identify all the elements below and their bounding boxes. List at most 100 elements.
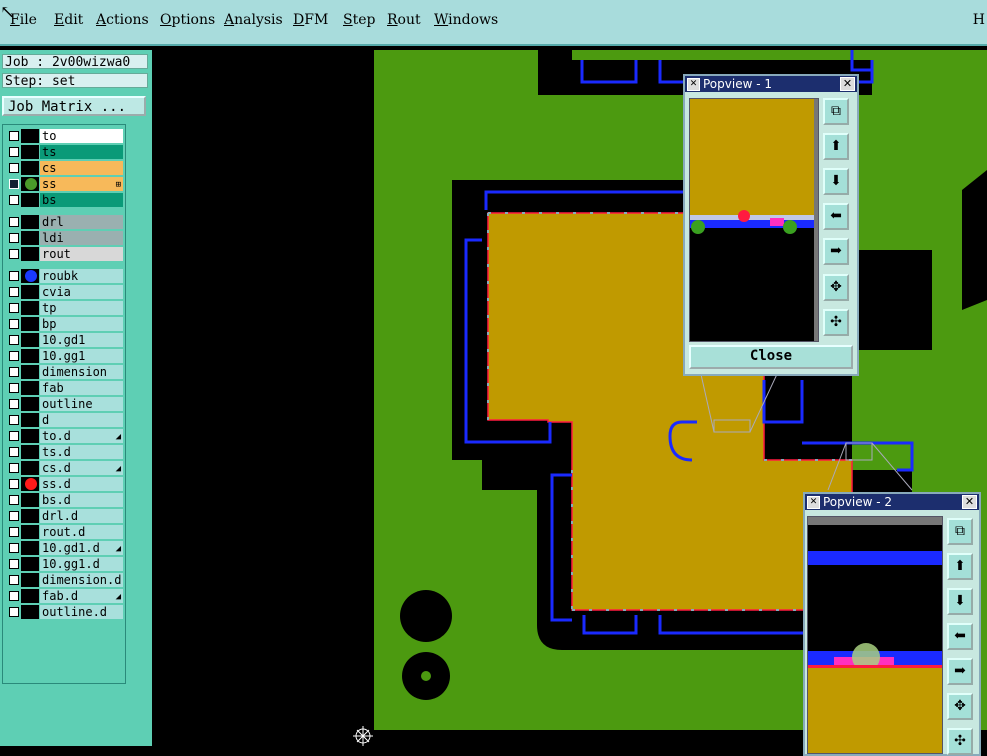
- layer-affected-checkbox[interactable]: [9, 399, 19, 409]
- layer-row-outline-d[interactable]: outline.d: [5, 605, 123, 619]
- layer-row-cs-d[interactable]: cs.d ◢: [5, 461, 123, 475]
- popview-1-window[interactable]: ✕ Popview - 1 ✕ ⧉ ⬆ ⬇ ⬅ ➡ ✥ ✣ Close: [683, 74, 859, 376]
- layer-color-cell[interactable]: [21, 397, 39, 411]
- layer-color-cell[interactable]: [21, 381, 39, 395]
- layer-name[interactable]: outline.d: [40, 605, 123, 619]
- layer-affected-checkbox[interactable]: [9, 575, 19, 585]
- popview-zoom-window-icon[interactable]: ⧉: [823, 98, 849, 125]
- layer-color-cell[interactable]: [21, 333, 39, 347]
- layer-name[interactable]: 10.gd1.d ◢: [40, 541, 123, 555]
- layer-color-cell[interactable]: [21, 493, 39, 507]
- layer-affected-checkbox[interactable]: [9, 131, 19, 141]
- layer-color-cell[interactable]: [21, 589, 39, 603]
- layer-row-dimension[interactable]: dimension: [5, 365, 123, 379]
- pan-right-icon[interactable]: ➡: [823, 238, 849, 265]
- layer-affected-checkbox[interactable]: [9, 249, 19, 259]
- menu-file[interactable]: File: [10, 12, 37, 28]
- pan-up-icon[interactable]: ⬆: [947, 553, 973, 580]
- layer-name[interactable]: ss.d: [40, 477, 123, 491]
- layer-name[interactable]: ts: [40, 145, 123, 159]
- layer-row-bs-d[interactable]: bs.d: [5, 493, 123, 507]
- job-matrix-button[interactable]: Job Matrix ...: [2, 96, 146, 116]
- layer-name[interactable]: 10.gg1.d: [40, 557, 123, 571]
- layer-name[interactable]: bs.d: [40, 493, 123, 507]
- layer-name[interactable]: fab.d ◢: [40, 589, 123, 603]
- zoom-out-icon[interactable]: ✣: [947, 728, 973, 755]
- menu-edit[interactable]: Edit: [54, 12, 83, 28]
- layer-affected-checkbox[interactable]: [9, 319, 19, 329]
- layer-affected-checkbox[interactable]: [9, 511, 19, 521]
- layer-row-fab[interactable]: fab: [5, 381, 123, 395]
- window-menu-icon[interactable]: ✕: [687, 78, 700, 91]
- layer-row-ldi[interactable]: ldi: [5, 231, 123, 245]
- layer-name[interactable]: rout: [40, 247, 123, 261]
- layer-color-cell[interactable]: [21, 525, 39, 539]
- layer-row-ss-d[interactable]: ss.d: [5, 477, 123, 491]
- layer-affected-checkbox[interactable]: [9, 495, 19, 505]
- layer-color-cell[interactable]: [21, 429, 39, 443]
- layer-affected-checkbox[interactable]: [9, 607, 19, 617]
- layer-name[interactable]: ss ⊞: [40, 177, 123, 191]
- layer-color-cell[interactable]: [21, 161, 39, 175]
- menu-actions[interactable]: Actions: [96, 12, 149, 28]
- layer-color-cell[interactable]: [21, 247, 39, 261]
- layer-row-ts[interactable]: ts: [5, 145, 123, 159]
- layer-row-to[interactable]: to: [5, 129, 123, 143]
- layer-row-drl-d[interactable]: drl.d: [5, 509, 123, 523]
- layer-affected-checkbox[interactable]: [9, 303, 19, 313]
- window-menu-icon[interactable]: ✕: [807, 496, 820, 509]
- menu-analysis[interactable]: Analysis: [224, 12, 283, 28]
- layer-affected-checkbox[interactable]: [9, 527, 19, 537]
- layer-color-cell[interactable]: [21, 301, 39, 315]
- layer-affected-checkbox[interactable]: [9, 195, 19, 205]
- pan-down-icon[interactable]: ⬇: [947, 588, 973, 615]
- layer-name[interactable]: outline: [40, 397, 123, 411]
- layer-name[interactable]: bp: [40, 317, 123, 331]
- layer-row-10-gd1[interactable]: 10.gd1: [5, 333, 123, 347]
- layer-affected-checkbox[interactable]: [9, 351, 19, 361]
- layer-name[interactable]: to: [40, 129, 123, 143]
- layer-color-cell[interactable]: [21, 365, 39, 379]
- layer-name[interactable]: fab: [40, 381, 123, 395]
- layer-affected-checkbox[interactable]: [9, 335, 19, 345]
- layer-row-outline[interactable]: outline: [5, 397, 123, 411]
- popview-2-canvas[interactable]: [807, 516, 943, 754]
- layer-name[interactable]: ldi: [40, 231, 123, 245]
- layer-color-cell[interactable]: [21, 177, 39, 191]
- layer-affected-checkbox[interactable]: [9, 543, 19, 553]
- layer-name[interactable]: roubk: [40, 269, 123, 283]
- layer-row-fab-d[interactable]: fab.d ◢: [5, 589, 123, 603]
- menu-options[interactable]: Options: [160, 12, 215, 28]
- menu-windows[interactable]: Windows: [434, 12, 498, 28]
- layer-name[interactable]: drl.d: [40, 509, 123, 523]
- popview-zoom-window-icon[interactable]: ⧉: [947, 518, 973, 545]
- layer-color-cell[interactable]: [21, 231, 39, 245]
- menu-step[interactable]: Step: [343, 12, 375, 28]
- zoom-out-icon[interactable]: ✣: [823, 309, 849, 336]
- layer-row-rout-d[interactable]: rout.d: [5, 525, 123, 539]
- layer-color-cell[interactable]: [21, 541, 39, 555]
- layer-affected-checkbox[interactable]: [9, 367, 19, 377]
- layer-row-to-d[interactable]: to.d ◢: [5, 429, 123, 443]
- pan-down-icon[interactable]: ⬇: [823, 168, 849, 195]
- popview-1-close-button[interactable]: Close: [689, 345, 853, 369]
- layer-row-10-gg1[interactable]: 10.gg1: [5, 349, 123, 363]
- layer-affected-checkbox[interactable]: [9, 271, 19, 281]
- popview-2-titlebar[interactable]: ✕ Popview - 2 ✕: [805, 494, 979, 510]
- layer-name[interactable]: bs: [40, 193, 123, 207]
- layer-name[interactable]: cvia: [40, 285, 123, 299]
- layer-row-cvia[interactable]: cvia: [5, 285, 123, 299]
- layer-color-cell[interactable]: [21, 509, 39, 523]
- layer-affected-checkbox[interactable]: [9, 383, 19, 393]
- layer-name[interactable]: tp: [40, 301, 123, 315]
- layer-row-bp[interactable]: bp: [5, 317, 123, 331]
- popview-1-canvas[interactable]: [689, 98, 819, 342]
- layer-affected-checkbox[interactable]: [9, 447, 19, 457]
- layer-color-cell[interactable]: [21, 477, 39, 491]
- layer-affected-checkbox[interactable]: [9, 591, 19, 601]
- layer-row-ss[interactable]: ss ⊞: [5, 177, 123, 191]
- layer-affected-checkbox[interactable]: [9, 163, 19, 173]
- layer-row-tp[interactable]: tp: [5, 301, 123, 315]
- layer-row-d[interactable]: d: [5, 413, 123, 427]
- layer-color-cell[interactable]: [21, 605, 39, 619]
